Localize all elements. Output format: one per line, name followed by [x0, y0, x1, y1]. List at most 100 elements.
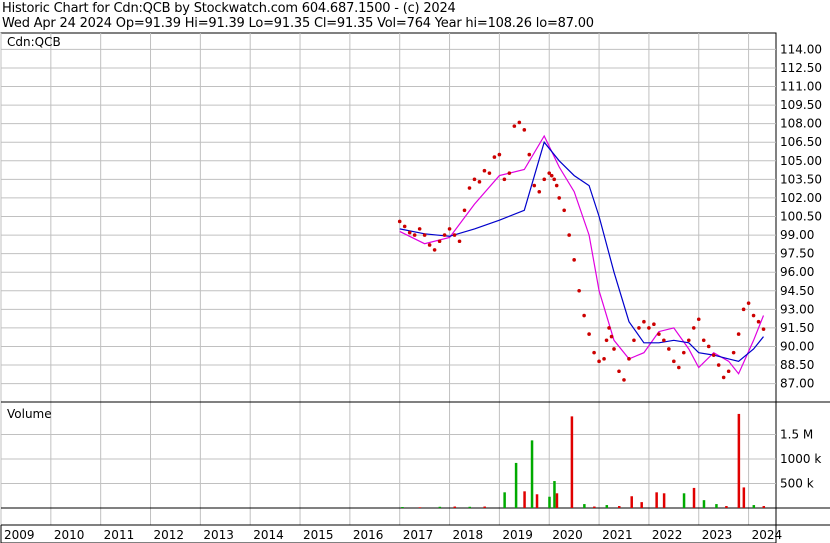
price-point: [632, 338, 636, 343]
year-label: 2020: [552, 528, 583, 542]
volume-bar: [514, 462, 518, 508]
price-tick-label: 102.00: [780, 191, 822, 205]
volume-bar: [662, 493, 666, 508]
price-point: [746, 301, 751, 305]
volume-bar: [618, 506, 621, 508]
price-point: [677, 365, 681, 370]
volume-bar: [530, 440, 534, 508]
price-point: [552, 177, 557, 182]
price-tick-label: 114.00: [780, 42, 822, 56]
price-point: [437, 239, 442, 244]
price-tick-label: 108.00: [780, 117, 822, 131]
volume-bar: [640, 502, 643, 508]
year-label: 2009: [4, 528, 35, 542]
price-tick-label: 88.50: [780, 358, 814, 372]
price-point: [637, 326, 641, 330]
price-tick-label: 90.00: [780, 339, 814, 353]
price-point: [517, 120, 522, 125]
price-point: [701, 338, 706, 343]
price-point: [457, 239, 462, 244]
price-tick-label: 87.00: [780, 377, 814, 391]
price-point: [397, 219, 402, 224]
price-point: [607, 326, 611, 330]
price-point: [696, 317, 701, 322]
volume-bar: [583, 504, 586, 508]
volume-bar: [702, 500, 706, 508]
price-point: [706, 344, 711, 349]
price-points: [397, 120, 766, 382]
price-point: [597, 359, 601, 364]
price-point: [512, 124, 517, 128]
volume-bar: [503, 492, 506, 508]
price-point: [612, 347, 616, 351]
volume-bar: [535, 494, 539, 508]
price-point: [657, 332, 661, 336]
price-axis: 114.00 112.50 111.00 109.50 108.00 106.50 105.…: [780, 42, 822, 390]
price-point: [716, 363, 721, 367]
year-label: 2021: [602, 528, 633, 542]
price-tick-label: 109.50: [780, 98, 822, 112]
volume-bar: [483, 506, 486, 508]
price-point: [652, 322, 656, 327]
price-point: [572, 258, 576, 262]
price-point: [721, 375, 726, 380]
price-point: [412, 233, 417, 237]
price-point: [691, 326, 696, 330]
price-point: [432, 248, 437, 252]
price-tick-label: 112.50: [780, 61, 822, 75]
year-axis: 2009 2010 2011 2012 2013 2014 2015 2016 2017 2018…: [4, 528, 782, 542]
price-point: [582, 313, 586, 318]
volume-bar: [468, 506, 471, 508]
volume-bar: [725, 506, 728, 508]
price-point: [472, 177, 477, 182]
price-point: [587, 332, 591, 336]
price-point: [686, 338, 691, 343]
volume-grid: [1, 401, 830, 526]
volume-tick-label: 1000 k: [780, 452, 821, 466]
year-label: 2016: [353, 528, 384, 542]
price-point: [672, 359, 676, 364]
year-label: 2024: [752, 528, 783, 542]
price-point: [487, 171, 492, 175]
price-point: [467, 186, 472, 190]
short-moving-average: [399, 134, 765, 375]
price-point: [751, 313, 756, 318]
price-point: [447, 227, 452, 231]
price-point: [577, 288, 581, 293]
price-point: [407, 230, 412, 235]
volume-bar: [453, 506, 457, 508]
volume-tick-label: 1.5 M: [780, 428, 813, 442]
moving-averages: [399, 134, 765, 375]
price-point: [452, 233, 457, 237]
price-point: [422, 233, 427, 237]
price-point: [442, 233, 447, 237]
price-tick-label: 96.00: [780, 265, 814, 279]
price-point: [604, 338, 609, 343]
price-point: [554, 183, 559, 188]
price-point: [592, 350, 596, 355]
volume-bar: [692, 487, 696, 508]
price-point: [667, 347, 671, 351]
price-point: [462, 208, 467, 213]
volume-bar: [438, 506, 442, 508]
price-tick-label: 93.00: [780, 302, 814, 316]
volume-bar: [715, 504, 718, 508]
volume-bar: [553, 481, 556, 508]
price-point: [402, 224, 407, 229]
chart-frame: [0, 32, 777, 543]
price-point: [761, 327, 766, 331]
year-label: 2019: [502, 528, 533, 542]
year-label: 2023: [702, 528, 733, 542]
price-point: [557, 196, 561, 200]
price-point: [642, 319, 646, 324]
price-point: [662, 338, 666, 343]
price-point: [507, 171, 512, 175]
year-label: 2010: [54, 528, 85, 542]
price-point: [482, 168, 487, 173]
volume-bar: [523, 491, 526, 508]
price-point: [549, 173, 554, 178]
price-point: [522, 128, 527, 132]
price-point: [532, 183, 537, 188]
price-grid: [0, 33, 776, 525]
price-tick-label: 111.00: [780, 80, 822, 94]
